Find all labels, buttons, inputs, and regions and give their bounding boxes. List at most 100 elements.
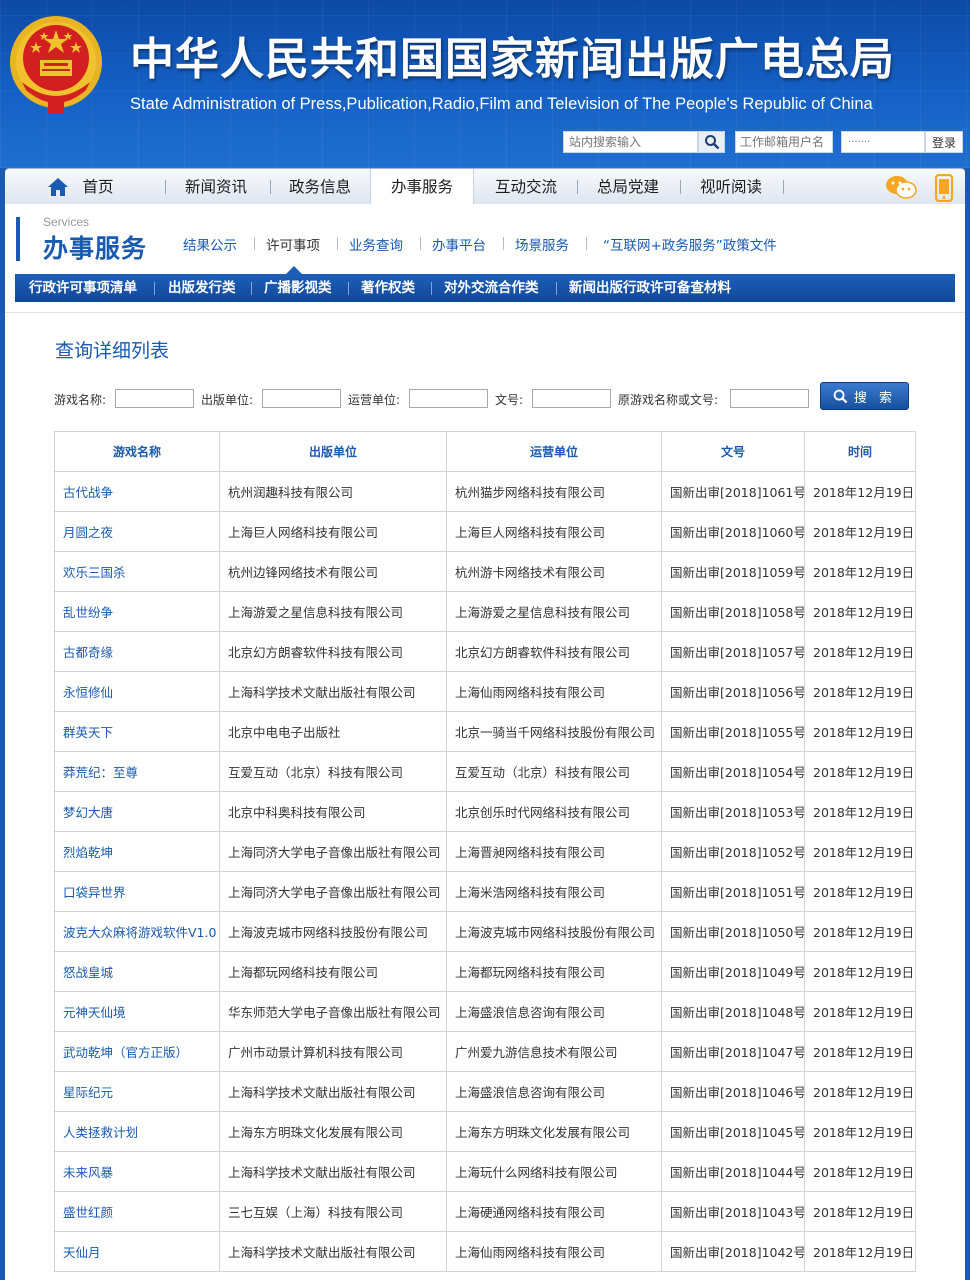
site-banner: 中华人民共和国国家新闻出版广电总局 State Administration o… [0,0,970,168]
cell-game-name[interactable]: 永恒修仙 [54,671,220,712]
cell-publisher: 三七互娱（上海）科技有限公司 [219,1191,447,1232]
tab-separator [348,282,349,295]
login-button[interactable]: 登录 [925,131,963,153]
sublink-policy[interactable]: “互联网+政务服务”政策文件 [603,234,777,254]
cell-date: 2018年12月19日 [804,631,916,672]
tab-separator [154,282,155,295]
cell-date: 2018年12月19日 [804,591,916,632]
table-row: 莽荒纪：至尊 互爱互动（北京）科技有限公司 互爱互动（北京）科技有限公司 国新出审[2… [54,751,916,792]
tab-exchange[interactable]: 对外交流合作类 [444,274,539,302]
cell-doc-number: 国新出审[2018]1055号 [661,711,805,752]
cell-game-name[interactable]: 盛世红颜 [54,1191,220,1232]
cell-doc-number: 国新出审[2018]1046号 [661,1071,805,1112]
nav-media[interactable]: 视听阅读 [688,169,774,205]
cell-publisher: 北京中科奥科技有限公司 [219,791,447,832]
table-row: 月圆之夜 上海巨人网络科技有限公司 上海巨人网络科技有限公司 国新出审[2018]10… [54,511,916,552]
tab-publishing[interactable]: 出版发行类 [168,274,236,302]
cell-publisher: 北京幻方朗睿软件科技有限公司 [219,631,447,672]
search-button-label: 搜 索 [853,390,897,406]
cell-game-name[interactable]: 星际纪元 [54,1071,220,1112]
cell-game-name[interactable]: 乱世纷争 [54,591,220,632]
cell-date: 2018年12月19日 [804,791,916,832]
cell-date: 2018年12月19日 [804,1071,916,1112]
nav-gov-info[interactable]: 政务信息 [279,169,361,205]
section-label-cn: 办事服务 [43,234,148,263]
cell-operator: 上海硬通网络科技有限公司 [446,1191,662,1232]
cell-publisher: 上海同济大学电子音像出版社有限公司 [219,831,447,872]
table-row: 欢乐三国杀 杭州边锋网络技术有限公司 杭州游卡网络技术有限公司 国新出审[2018]1… [54,551,916,592]
filter-game-input[interactable] [115,389,194,408]
cell-game-name[interactable]: 元神天仙境 [54,991,220,1032]
filter-original-input[interactable] [730,389,809,408]
results-table: 游戏名称 出版单位 运营单位 文号 时间 古代战争 杭州润趣科技有限公司 杭州猫步网… [54,431,916,1272]
cell-game-name[interactable]: 古都奇缘 [54,631,220,672]
nav-separator [680,180,681,194]
sublink-licensing[interactable]: 许可事项 [266,234,320,254]
cell-operator: 广州爱九游信息技术有限公司 [446,1031,662,1072]
cell-doc-number: 国新出审[2018]1052号 [661,831,805,872]
cell-game-name[interactable]: 怒战皇城 [54,951,220,992]
mobile-icon[interactable] [933,174,955,202]
cell-game-name[interactable]: 欢乐三国杀 [54,551,220,592]
cell-operator: 上海游爱之星信息科技有限公司 [446,591,662,632]
sublink-separator [420,237,421,250]
cell-publisher: 上海巨人网络科技有限公司 [219,511,447,552]
search-icon [704,135,719,150]
filter-operator-input[interactable] [409,389,488,408]
site-search-button[interactable] [698,131,725,153]
cell-operator: 北京创乐时代网络科技有限公司 [446,791,662,832]
cell-game-name[interactable]: 口袋异世界 [54,871,220,912]
filter-label-operator: 运营单位: [348,393,401,407]
mail-password-input[interactable] [841,131,925,153]
nav-home[interactable]: 首页 [73,169,123,205]
tab-separator [431,282,432,295]
nav-news[interactable]: 新闻资讯 [175,169,257,205]
cell-game-name[interactable]: 梦幻大唐 [54,791,220,832]
filter-label-game: 游戏名称: [54,393,107,407]
site-search-input[interactable] [563,131,698,153]
cell-game-name[interactable]: 群英天下 [54,711,220,752]
cell-game-name[interactable]: 莽荒纪：至尊 [54,751,220,792]
sublink-separator [586,237,587,250]
cell-operator: 上海米浩网络科技有限公司 [446,871,662,912]
section-label-en: Services [43,215,90,229]
nav-party[interactable]: 总局党建 [585,169,671,205]
sublink-query[interactable]: 业务查询 [349,234,403,254]
table-row: 永恒修仙 上海科学技术文献出版社有限公司 上海仙雨网络科技有限公司 国新出审[2018… [54,671,916,712]
cell-game-name[interactable]: 武动乾坤（官方正版） [54,1031,220,1072]
cell-game-name[interactable]: 月圆之夜 [54,511,220,552]
cell-date: 2018年12月19日 [804,751,916,792]
table-row: 天仙月 上海科学技术文献出版社有限公司 上海仙雨网络科技有限公司 国新出审[2018]… [54,1231,916,1272]
sublink-results[interactable]: 结果公示 [183,234,237,254]
search-button[interactable]: 搜 索 [820,382,909,410]
cell-doc-number: 国新出审[2018]1054号 [661,751,805,792]
filter-publisher-input[interactable] [262,389,341,408]
mail-username-input[interactable] [735,131,833,153]
cell-doc-number: 国新出审[2018]1053号 [661,791,805,832]
tab-reference-materials[interactable]: 新闻出版行政许可备查材料 [569,274,731,302]
tab-separator [556,282,557,295]
cell-game-name[interactable]: 天仙月 [54,1231,220,1272]
cell-game-name[interactable]: 未来风暴 [54,1151,220,1192]
sublink-scenario[interactable]: 场景服务 [515,234,569,254]
cell-doc-number: 国新出审[2018]1045号 [661,1111,805,1152]
cell-game-name[interactable]: 波克大众麻将游戏软件V1.0 [54,911,220,952]
filter-docno-input[interactable] [532,389,611,408]
cell-publisher: 上海游爱之星信息科技有限公司 [219,591,447,632]
cell-game-name[interactable]: 人类拯救计划 [54,1111,220,1152]
search-icon [833,389,848,403]
wechat-icon[interactable] [885,174,917,200]
nav-interaction[interactable]: 互动交流 [483,169,569,205]
cell-date: 2018年12月19日 [804,1031,916,1072]
nav-services[interactable]: 办事服务 [370,169,474,205]
cell-game-name[interactable]: 烈焰乾坤 [54,831,220,872]
cell-publisher: 上海科学技术文献出版社有限公司 [219,1231,447,1272]
cell-date: 2018年12月19日 [804,511,916,552]
cell-doc-number: 国新出审[2018]1048号 [661,991,805,1032]
sublink-platform[interactable]: 办事平台 [432,234,486,254]
tab-license-list[interactable]: 行政许可事项清单 [29,274,137,302]
cell-date: 2018年12月19日 [804,1151,916,1192]
tab-broadcast[interactable]: 广播影视类 [264,274,332,302]
cell-game-name[interactable]: 古代战争 [54,471,220,512]
tab-copyright[interactable]: 著作权类 [361,274,415,302]
